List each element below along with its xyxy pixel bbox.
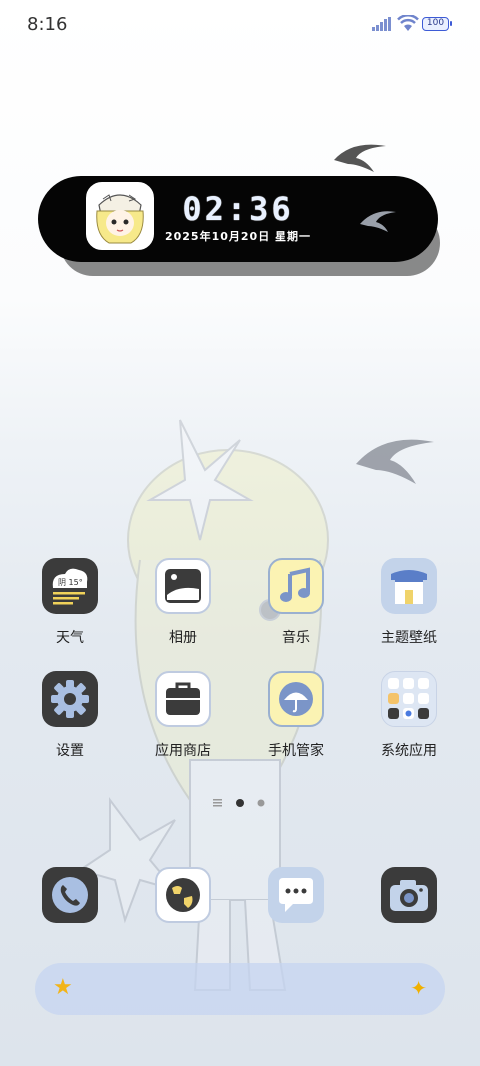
gallery-icon — [155, 558, 211, 614]
app-phone-manager[interactable]: 手机管家 — [251, 671, 341, 760]
app-label: 应用商店 — [155, 743, 211, 759]
messages-icon — [279, 878, 313, 912]
dock-phone[interactable] — [42, 867, 98, 923]
weather-tile-text: 阴 15° — [58, 578, 83, 587]
star-icon: ★ — [53, 975, 73, 1000]
swallow-decoration — [334, 144, 386, 172]
battery-icon: 100 — [422, 17, 452, 31]
app-label: 手机管家 — [268, 743, 324, 759]
page-indicator[interactable] — [213, 797, 269, 809]
app-label: 主题壁纸 — [381, 630, 437, 646]
app-label: 相册 — [169, 630, 197, 646]
weather-icon: 阴 15° — [42, 558, 98, 614]
theme-icon — [381, 558, 437, 614]
app-label: 系统应用 — [381, 743, 437, 759]
swallow-icon — [360, 211, 396, 232]
dock-messages[interactable] — [268, 867, 324, 923]
app-music[interactable]: 音乐 — [251, 558, 341, 647]
wifi-icon — [397, 15, 419, 31]
status-time: 8:16 — [27, 14, 68, 35]
browser-icon — [166, 878, 200, 912]
search-bar[interactable]: ★ ✦ — [35, 963, 445, 1015]
phone-icon — [52, 877, 88, 913]
umbrella-icon — [268, 671, 324, 727]
status-bar: 8:16 100 — [0, 0, 480, 48]
home-list-icon — [213, 799, 222, 807]
clock-widget[interactable]: 02:36 2025年10月20日 星期一 — [38, 176, 438, 262]
app-settings[interactable]: 设置 — [25, 671, 115, 760]
swallow-decoration — [356, 439, 434, 484]
dock-camera[interactable] — [381, 867, 437, 923]
store-bag-icon — [155, 671, 211, 727]
app-gallery[interactable]: 相册 — [138, 558, 228, 647]
app-label: 天气 — [56, 630, 84, 646]
signal-icon — [372, 17, 391, 31]
camera-icon — [390, 880, 428, 911]
app-weather[interactable]: 阴 15° 天气 — [25, 558, 115, 647]
app-store[interactable]: 应用商店 — [138, 671, 228, 760]
music-icon — [268, 558, 324, 614]
dock-browser[interactable] — [155, 867, 211, 923]
app-themes[interactable]: 主题壁纸 — [364, 558, 454, 647]
app-label: 设置 — [56, 743, 84, 759]
app-label: 音乐 — [282, 630, 310, 646]
app-system-folder[interactable]: 系统应用 — [364, 671, 454, 760]
folder-icon — [381, 671, 437, 727]
sparkle-icon: ✦ — [410, 976, 427, 1000]
gear-icon — [42, 671, 98, 727]
